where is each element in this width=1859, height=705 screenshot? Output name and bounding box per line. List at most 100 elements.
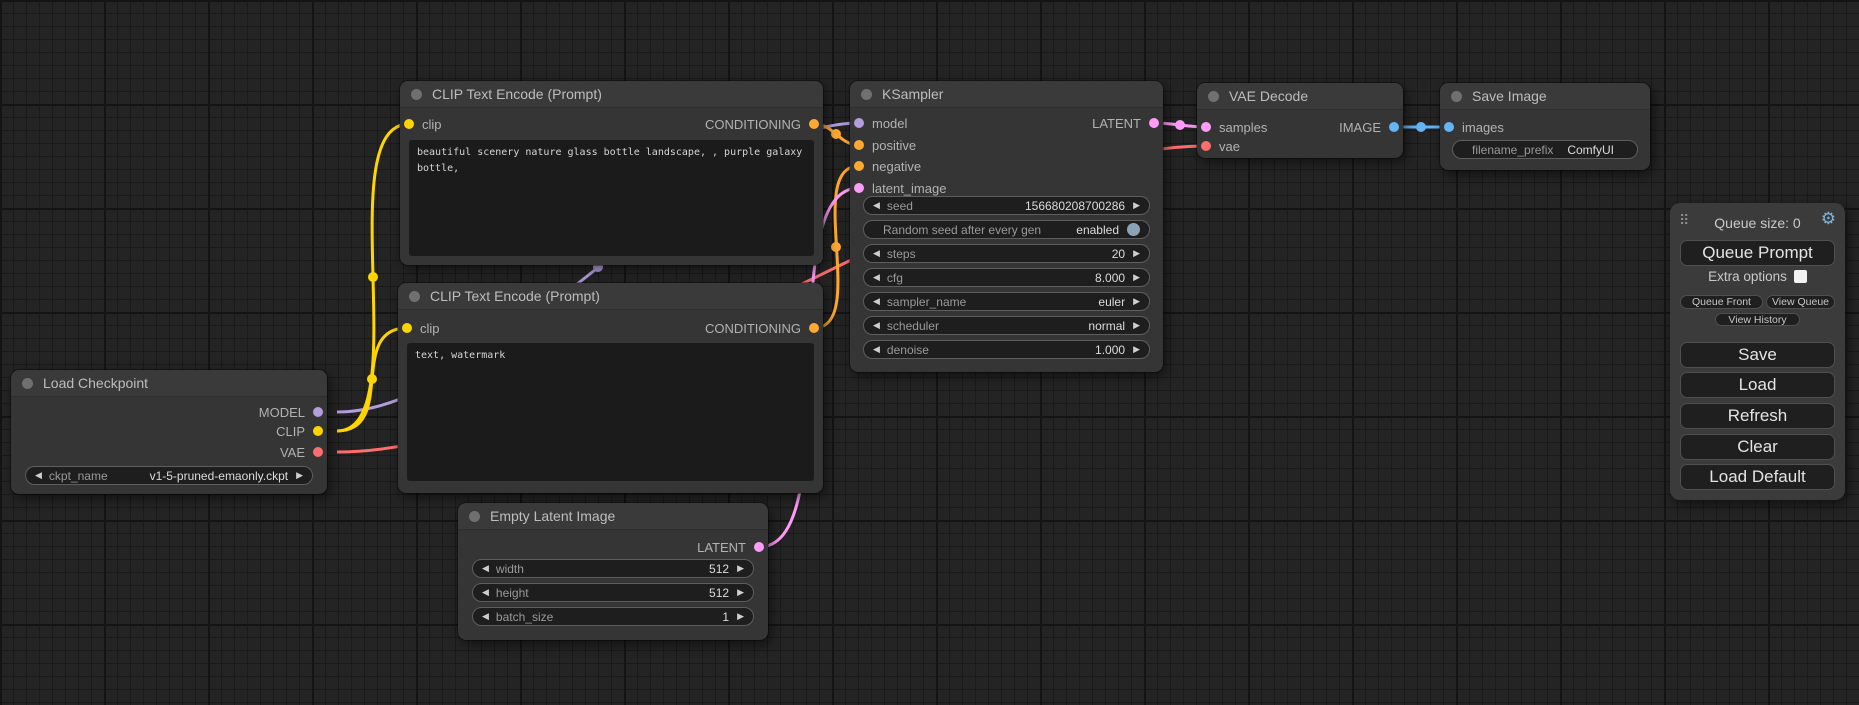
random-seed-toggle-widget[interactable]: Random seed after every gen enabled: [863, 220, 1150, 239]
steps-widget[interactable]: ◀ steps 20 ▶: [863, 244, 1150, 263]
node-title-bar[interactable]: CLIP Text Encode (Prompt): [398, 283, 823, 310]
model-input-port-icon[interactable]: [854, 118, 864, 128]
input-negative[interactable]: negative: [854, 159, 921, 173]
node-graph-canvas[interactable]: Load Checkpoint MODEL CLIP VAE ◀ ckpt_na…: [0, 0, 1859, 705]
output-vae[interactable]: VAE: [280, 445, 323, 459]
cfg-widget[interactable]: ◀ cfg 8.000 ▶: [863, 268, 1150, 287]
images-input-port-icon[interactable]: [1444, 122, 1454, 132]
node-title-bar[interactable]: CLIP Text Encode (Prompt): [400, 81, 823, 108]
sampler-name-widget[interactable]: ◀ sampler_name euler ▶: [863, 292, 1150, 311]
decrement-arrow-icon[interactable]: ◀: [35, 471, 42, 480]
denoise-widget[interactable]: ◀ denoise 1.000 ▶: [863, 340, 1150, 359]
decrement-arrow-icon[interactable]: ◀: [482, 612, 489, 621]
input-images[interactable]: images: [1444, 120, 1504, 134]
output-conditioning[interactable]: CONDITIONING: [705, 117, 819, 131]
decrement-arrow-icon[interactable]: ◀: [873, 345, 880, 354]
output-clip[interactable]: CLIP: [276, 424, 323, 438]
increment-arrow-icon[interactable]: ▶: [1133, 297, 1140, 306]
widget-value: 512: [709, 562, 729, 576]
clip-input-port-icon[interactable]: [404, 119, 414, 129]
refresh-button[interactable]: Refresh: [1680, 403, 1835, 429]
seed-widget[interactable]: ◀ seed 156680208700286 ▶: [863, 196, 1150, 215]
view-history-button[interactable]: View History: [1715, 313, 1800, 326]
negative-prompt-textarea[interactable]: text, watermark: [407, 343, 814, 481]
increment-arrow-icon[interactable]: ▶: [1133, 201, 1140, 210]
view-queue-button[interactable]: View Queue: [1766, 295, 1835, 309]
positive-input-port-icon[interactable]: [854, 140, 864, 150]
conditioning-output-port-icon[interactable]: [809, 119, 819, 129]
widget-value: normal: [1088, 319, 1125, 333]
clip-input-port-icon[interactable]: [402, 323, 412, 333]
conditioning-output-port-icon[interactable]: [809, 323, 819, 333]
save-button[interactable]: Save: [1680, 342, 1835, 368]
decrement-arrow-icon[interactable]: ◀: [873, 321, 880, 330]
height-widget[interactable]: ◀ height 512 ▶: [472, 583, 754, 602]
increment-arrow-icon[interactable]: ▶: [1133, 273, 1140, 282]
queue-front-button[interactable]: Queue Front: [1680, 295, 1763, 309]
input-clip[interactable]: clip: [404, 117, 442, 131]
node-empty-latent-image[interactable]: Empty Latent Image LATENT ◀ width 512 ▶ …: [458, 503, 768, 640]
input-clip[interactable]: clip: [402, 321, 440, 335]
increment-arrow-icon[interactable]: ▶: [1133, 345, 1140, 354]
node-vae-decode[interactable]: VAE Decode samples vae IMAGE: [1197, 83, 1403, 158]
increment-arrow-icon[interactable]: ▶: [737, 588, 744, 597]
decrement-arrow-icon[interactable]: ◀: [873, 201, 880, 210]
negative-input-port-icon[interactable]: [854, 161, 864, 171]
latent-output-port-icon[interactable]: [754, 542, 764, 552]
node-load-checkpoint[interactable]: Load Checkpoint MODEL CLIP VAE ◀ ckpt_na…: [11, 370, 327, 494]
scheduler-widget[interactable]: ◀ scheduler normal ▶: [863, 316, 1150, 335]
latent-output-port-icon[interactable]: [1149, 118, 1159, 128]
decrement-arrow-icon[interactable]: ◀: [873, 273, 880, 282]
node-title-bar[interactable]: KSampler: [850, 81, 1163, 108]
load-default-button[interactable]: Load Default: [1680, 464, 1835, 490]
vae-input-port-icon[interactable]: [1201, 141, 1211, 151]
filename-prefix-widget[interactable]: filename_prefix ComfyUI: [1452, 140, 1638, 159]
output-image[interactable]: IMAGE: [1339, 120, 1399, 134]
node-title-bar[interactable]: Load Checkpoint: [11, 370, 327, 397]
node-status-dot-icon: [1451, 91, 1462, 102]
latent-input-port-icon[interactable]: [854, 183, 864, 193]
increment-arrow-icon[interactable]: ▶: [1133, 249, 1140, 258]
output-latent[interactable]: LATENT: [1092, 116, 1159, 130]
batch-size-widget[interactable]: ◀ batch_size 1 ▶: [472, 607, 754, 626]
image-output-port-icon[interactable]: [1389, 122, 1399, 132]
node-title-bar[interactable]: VAE Decode: [1197, 83, 1403, 110]
decrement-arrow-icon[interactable]: ◀: [482, 564, 489, 573]
decrement-arrow-icon[interactable]: ◀: [482, 588, 489, 597]
increment-arrow-icon[interactable]: ▶: [737, 612, 744, 621]
node-clip-text-encode-negative[interactable]: CLIP Text Encode (Prompt) clip CONDITION…: [398, 283, 823, 493]
model-output-port-icon[interactable]: [313, 407, 323, 417]
input-samples[interactable]: samples: [1201, 120, 1267, 134]
input-latent-image[interactable]: latent_image: [854, 181, 946, 195]
settings-gear-icon[interactable]: ⚙: [1821, 210, 1836, 227]
width-widget[interactable]: ◀ width 512 ▶: [472, 559, 754, 578]
increment-arrow-icon[interactable]: ▶: [737, 564, 744, 573]
ckpt-name-widget[interactable]: ◀ ckpt_name v1-5-pruned-emaonly.ckpt ▶: [25, 466, 313, 485]
node-clip-text-encode-positive[interactable]: CLIP Text Encode (Prompt) clip CONDITION…: [400, 81, 823, 265]
input-positive[interactable]: positive: [854, 138, 916, 152]
output-model[interactable]: MODEL: [259, 405, 323, 419]
increment-arrow-icon[interactable]: ▶: [296, 471, 303, 480]
vae-output-port-icon[interactable]: [313, 447, 323, 457]
output-latent[interactable]: LATENT: [697, 540, 764, 554]
clear-button[interactable]: Clear: [1680, 434, 1835, 460]
node-save-image[interactable]: Save Image images filename_prefix ComfyU…: [1440, 83, 1650, 170]
samples-input-port-icon[interactable]: [1201, 122, 1211, 132]
node-status-dot-icon: [469, 511, 480, 522]
output-conditioning[interactable]: CONDITIONING: [705, 321, 819, 335]
input-vae[interactable]: vae: [1201, 139, 1240, 153]
increment-arrow-icon[interactable]: ▶: [1133, 321, 1140, 330]
load-button[interactable]: Load: [1680, 372, 1835, 398]
positive-prompt-textarea[interactable]: beautiful scenery nature glass bottle la…: [409, 140, 814, 256]
input-model[interactable]: model: [854, 116, 907, 130]
clip-output-port-icon[interactable]: [313, 426, 323, 436]
decrement-arrow-icon[interactable]: ◀: [873, 297, 880, 306]
extra-options-checkbox[interactable]: [1794, 270, 1807, 283]
node-ksampler[interactable]: KSampler model positive negative latent_…: [850, 81, 1163, 372]
node-title-bar[interactable]: Empty Latent Image: [458, 503, 768, 530]
node-title-bar[interactable]: Save Image: [1440, 83, 1650, 110]
queue-prompt-button[interactable]: Queue Prompt: [1680, 240, 1835, 266]
toggle-on-icon[interactable]: [1127, 223, 1140, 236]
decrement-arrow-icon[interactable]: ◀: [873, 249, 880, 258]
widget-value: enabled: [1076, 223, 1119, 237]
